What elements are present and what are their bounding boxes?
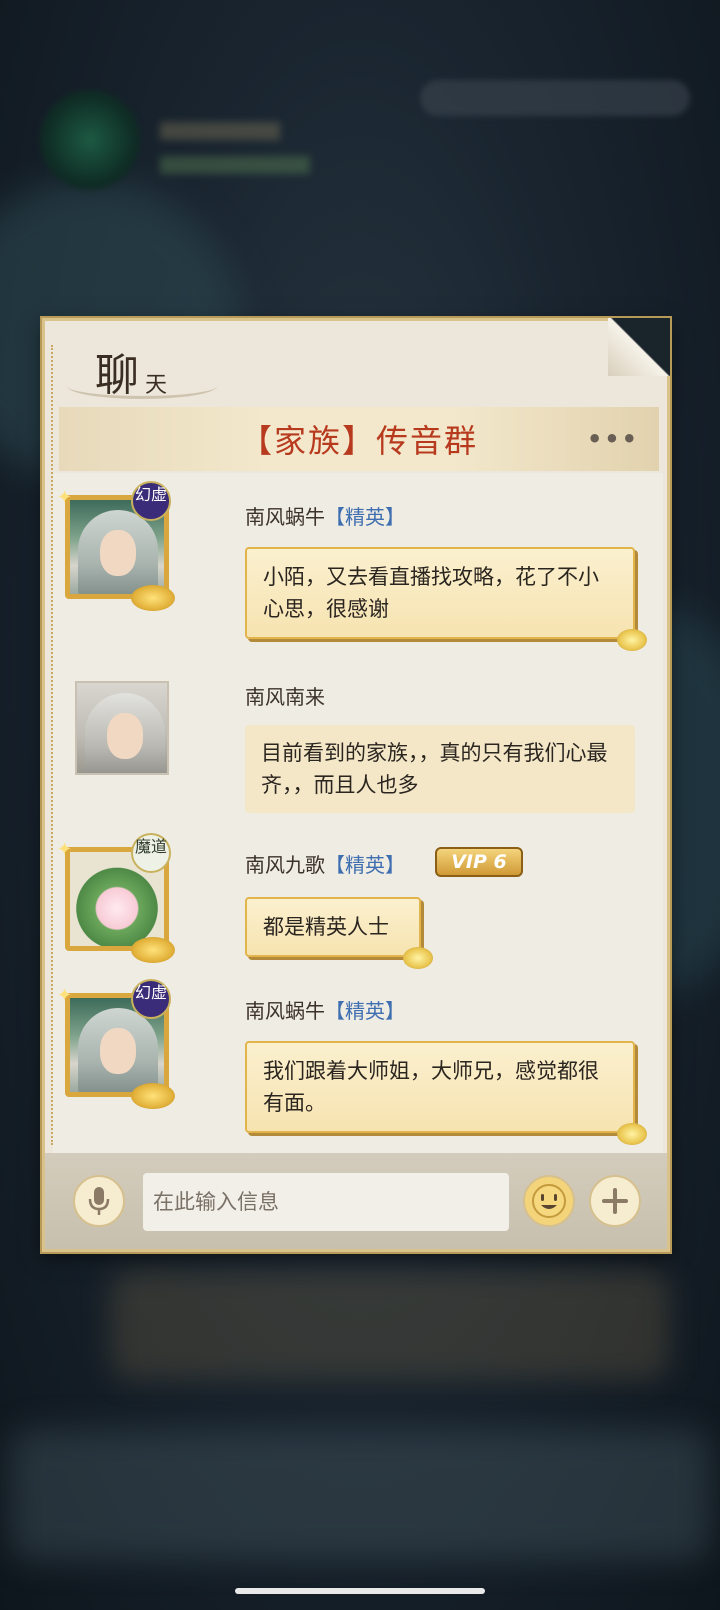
message-input[interactable] <box>143 1173 509 1231</box>
message-text: 都是精英人士 <box>263 915 389 939</box>
avatar-frame-plain <box>75 681 169 775</box>
more-dots-icon[interactable]: ••• <box>587 427 639 451</box>
coin-decoration <box>131 1083 175 1109</box>
avatar[interactable]: 魔道 ✦ <box>53 833 175 963</box>
sender-name: 南风九歌【精英】 <box>245 849 405 878</box>
emoji-button[interactable] <box>523 1175 575 1227</box>
emoji-face-icon <box>532 1184 566 1218</box>
microphone-button[interactable] <box>73 1175 125 1227</box>
bottom-nav-blurred <box>10 1430 710 1560</box>
message-text: 小陌，又去看直播找攻略，花了不小心思，很感谢 <box>263 565 599 621</box>
flower-decoration <box>617 1123 647 1145</box>
player-avatar-blurred <box>40 90 140 190</box>
message-bubble[interactable]: 目前看到的家族，，真的只有我们心最齐，，而且人也多 <box>245 725 635 813</box>
sparkle-icon: ✦ <box>57 487 73 508</box>
sender-name: 南风蜗牛【精英】 <box>245 995 405 1024</box>
sender-name-text: 南风南来 <box>245 685 325 709</box>
sect-badge: 幻虚 <box>131 481 171 521</box>
sender-rank: 【精英】 <box>325 853 405 877</box>
sender-rank: 【精英】 <box>325 999 405 1023</box>
flower-decoration <box>403 947 433 969</box>
panel-title: 聊 天 <box>95 343 167 403</box>
coin-decoration <box>131 585 175 611</box>
message-text: 目前看到的家族，，真的只有我们心最齐，，而且人也多 <box>261 741 608 797</box>
avatar[interactable]: 幻虚 ✦ <box>53 481 175 611</box>
plus-button[interactable] <box>589 1175 641 1227</box>
message-bubble[interactable]: 都是精英人士 <box>245 897 433 969</box>
page-curl-corner <box>608 318 670 376</box>
sparkle-icon: ✦ <box>57 985 73 1006</box>
coin-decoration <box>131 937 175 963</box>
message-bubble[interactable]: 我们跟着大师姐，大师兄，感觉都很有面。 <box>245 1041 647 1145</box>
message-text: 我们跟着大师姐，大师兄，感觉都很有面。 <box>263 1059 599 1115</box>
player-status-blurred <box>160 156 310 174</box>
sparkle-icon: ✦ <box>57 839 73 860</box>
sender-name: 南风蜗牛【精英】 <box>245 501 405 530</box>
sender-rank: 【精英】 <box>325 505 405 529</box>
group-header: 【家族】传音群 ••• <box>59 407 659 471</box>
vip-badge: VIP 6 <box>435 847 523 877</box>
sect-badge: 魔道 <box>131 833 171 873</box>
menu-row-blurred <box>110 1270 670 1380</box>
message-bubble[interactable]: 小陌，又去看直播找攻略，花了不小心思，很感谢 <box>245 547 647 651</box>
panel-title-small: 天 <box>145 373 168 398</box>
sender-name-text: 南风蜗牛 <box>245 999 325 1023</box>
avatar[interactable]: 幻虚 ✦ <box>53 979 175 1109</box>
panel-title-big: 聊 <box>95 350 141 401</box>
sender-name-text: 南风蜗牛 <box>245 505 325 529</box>
sect-badge: 幻虚 <box>131 979 171 1019</box>
message-list[interactable]: 幻虚 ✦ 南风蜗牛【精英】 小陌，又去看直播找攻略，花了不小心思，很感谢 南风南… <box>53 473 663 1153</box>
microphone-icon <box>88 1187 110 1215</box>
input-bar <box>45 1153 667 1249</box>
home-indicator[interactable] <box>235 1588 485 1594</box>
group-title: 【家族】传音群 <box>239 422 478 460</box>
player-name-blurred <box>160 122 280 140</box>
flower-decoration <box>617 629 647 651</box>
chat-panel: 聊 天 【家族】传音群 ••• 幻虚 ✦ 南风蜗牛【精英】 小陌，又去看直播找攻… <box>42 318 670 1252</box>
avatar[interactable] <box>53 673 169 785</box>
currency-bar-blurred <box>420 80 690 116</box>
plus-icon <box>602 1188 628 1214</box>
sender-name-text: 南风九歌 <box>245 853 325 877</box>
sender-name: 南风南来 <box>245 681 325 710</box>
